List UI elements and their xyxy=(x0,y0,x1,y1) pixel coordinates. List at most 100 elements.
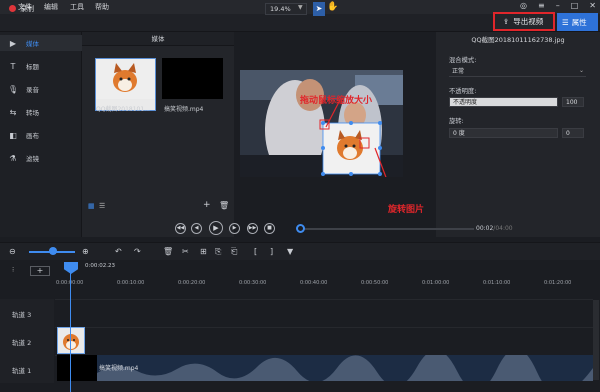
zoom-in-icon[interactable]: ⊕ xyxy=(82,247,89,256)
marker-icon[interactable]: ▼ xyxy=(287,247,293,256)
media-item-caption: QQ截图2018101... xyxy=(96,106,150,113)
opacity-value[interactable]: 100 xyxy=(562,97,584,107)
settings-icon[interactable]: ≡ xyxy=(538,1,545,10)
grid-view-icon[interactable]: ▦ xyxy=(88,202,95,210)
filter-icon: ⚗ xyxy=(9,153,17,163)
menu-help[interactable]: 帮助 xyxy=(95,2,109,12)
opacity-label: 不透明度: xyxy=(449,88,477,95)
add-icon[interactable]: + xyxy=(203,200,211,210)
canvas-icon: ◧ xyxy=(9,130,17,140)
menu-tools[interactable]: 工具 xyxy=(70,2,84,12)
nav-item-transition[interactable]: ⇆ 转场 xyxy=(0,104,82,120)
delete-icon[interactable]: 🗑 xyxy=(163,247,173,256)
nav-item-canvas[interactable]: ◧ 画布 xyxy=(0,127,82,143)
ruler-tick: 0:01:10:00 xyxy=(483,280,511,286)
clip-label: 搞笑视频.mp4 xyxy=(99,365,139,372)
ruler-tick: 0:01:00:00 xyxy=(422,280,450,286)
record-button[interactable]: 录制 xyxy=(20,4,34,14)
paste-icon[interactable]: ⎗ xyxy=(231,247,237,257)
timeline-clip-image[interactable] xyxy=(57,327,85,354)
seek-bar[interactable] xyxy=(299,228,474,230)
timeline-scrollbar[interactable] xyxy=(593,300,599,380)
eye-icon[interactable]: ◎ xyxy=(520,1,527,10)
export-label: 导出视频 xyxy=(513,17,544,26)
skip-forward-icon[interactable]: ▶▶ xyxy=(247,223,258,234)
seek-handle[interactable] xyxy=(296,224,305,233)
ruler-tick: 0:00:40:00 xyxy=(300,280,328,286)
time-current: 00:02 xyxy=(476,225,494,232)
nav-item-title[interactable]: T 标题 xyxy=(0,58,82,74)
copy-icon[interactable]: ⎘ xyxy=(215,247,221,257)
playhead-line xyxy=(70,273,71,392)
redo-icon[interactable]: ↷ xyxy=(134,247,141,256)
annotation-arrow-icon xyxy=(325,99,341,128)
media-item-video[interactable] xyxy=(162,58,223,99)
chevron-down-icon[interactable]: ▼ xyxy=(298,4,303,11)
close-icon[interactable]: ✕ xyxy=(589,1,596,10)
rotate-label: 旋转: xyxy=(449,118,464,125)
track-label-3: 轨道 3 xyxy=(0,299,54,327)
opacity-slider[interactable]: 不透明度 xyxy=(449,97,558,107)
list-icon: ☰ xyxy=(562,17,569,27)
minimize-icon[interactable]: – xyxy=(556,1,560,10)
prev-frame-icon[interactable]: ◀ xyxy=(191,223,202,234)
transition-icon: ⇆ xyxy=(9,107,17,117)
maximize-icon[interactable]: □ xyxy=(571,1,579,10)
ruler-tick: 0:01:20:00 xyxy=(544,280,572,286)
blend-mode-select[interactable]: 正常 xyxy=(449,67,586,77)
time-readout: 00:02/04:00 xyxy=(476,225,513,232)
chevron-down-icon[interactable]: ⌄ xyxy=(579,67,584,74)
undo-icon[interactable]: ↶ xyxy=(115,247,122,256)
time-total: /04:00 xyxy=(493,225,513,232)
blend-mode-label: 混合模式: xyxy=(449,57,477,64)
mic-icon: 🎙 xyxy=(8,84,19,94)
window-controls: ◎ ≡ – □ ✕ xyxy=(520,1,596,10)
nav-item-filter[interactable]: ⚗ 滤镜 xyxy=(0,150,82,166)
export-icon: ⇪ xyxy=(503,17,510,26)
track-lane-3[interactable] xyxy=(55,299,593,327)
properties-label: 属性 xyxy=(571,17,587,27)
left-nav: ▶ 媒体 T 标题 🎙 录音 ⇆ 转场 ◧ 画布 ⚗ 滤镜 xyxy=(0,32,82,237)
nav-item-record[interactable]: 🎙 录音 xyxy=(0,81,82,97)
mark-out-icon[interactable]: ] xyxy=(270,247,273,256)
playhead-time: 0:00:02.23 xyxy=(85,263,115,269)
media-header: 媒体 xyxy=(82,32,234,46)
stop-icon[interactable]: ■ xyxy=(264,223,275,234)
ruler-tick: 0:00:20:00 xyxy=(178,280,206,286)
timeline-toolbar xyxy=(0,242,600,260)
mark-in-icon[interactable]: [ xyxy=(254,247,257,256)
play-icon[interactable]: ▶ xyxy=(209,221,223,235)
split-icon[interactable]: ⊞ xyxy=(200,247,207,256)
ruler-tick: 0:00:30:00 xyxy=(239,280,267,286)
track-label-2: 轨道 2 xyxy=(0,327,54,355)
pointer-icon[interactable]: ➤ xyxy=(313,2,325,16)
skip-back-icon[interactable]: ◀◀ xyxy=(175,223,186,234)
fox-thumbnail-icon xyxy=(96,59,155,99)
add-track-button[interactable]: + xyxy=(30,266,50,276)
rotate-slider[interactable]: 0 度 xyxy=(449,128,558,138)
menu-edit[interactable]: 编辑 xyxy=(44,2,58,12)
nav-item-media[interactable]: ▶ 媒体 xyxy=(0,35,82,51)
hand-icon[interactable]: ✋ xyxy=(327,2,338,12)
cut-icon[interactable]: ✂ xyxy=(182,247,189,256)
timeline-zoom-handle[interactable] xyxy=(49,247,57,255)
ruler-tick: 0:00:10:00 xyxy=(117,280,145,286)
list-view-icon[interactable]: ☰ xyxy=(99,202,105,210)
record-icon[interactable] xyxy=(9,5,16,12)
zoom-out-icon[interactable]: ⊖ xyxy=(9,247,16,256)
ruler-tick: 0:00:50:00 xyxy=(361,280,389,286)
track-settings-icon[interactable]: ⁝ xyxy=(12,266,14,274)
fox-thumbnail-icon xyxy=(63,334,79,350)
export-video-button[interactable]: ⇪ 导出视频 xyxy=(493,12,555,31)
properties-title: QQ截图20181011162738.jpg xyxy=(471,36,565,44)
annotation-rotate: 旋转图片 xyxy=(388,205,425,215)
title-icon: T xyxy=(10,61,16,71)
rotate-value[interactable]: 0 xyxy=(562,128,584,138)
track-label-1: 轨道 1 xyxy=(0,355,54,383)
track-lane-2[interactable] xyxy=(55,327,593,355)
media-item-caption: 搞笑视频.mp4 xyxy=(164,106,204,113)
media-icon: ▶ xyxy=(9,38,17,48)
properties-button[interactable]: ☰ 属性 xyxy=(557,13,598,31)
trash-icon[interactable]: 🗑 xyxy=(219,201,229,210)
next-frame-icon[interactable]: ▶ xyxy=(229,223,240,234)
